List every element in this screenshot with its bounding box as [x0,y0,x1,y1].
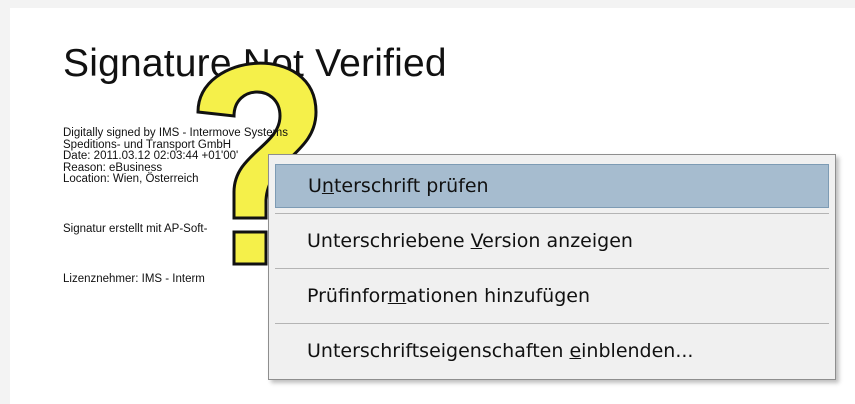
context-menu: Unterschrift prüfen Unterschriebene Vers… [268,154,836,380]
menu-item-show-signed-version[interactable]: Unterschriebene Version anzeigen [275,219,829,263]
date-line: Date: 2011.03.12 02:03:44 +01'00' [63,150,239,162]
signed-by-line: Digitally signed by IMS - Intermove Syst… [63,127,288,139]
licensee-text: Lizenznehmer: IMS - Interm [63,273,205,285]
menu-separator [275,213,829,214]
created-with-text: Signatur erstellt mit AP-Soft- [63,223,208,235]
location-line: Location: Wien, Österreich [63,173,199,185]
menu-item-add-verification-info[interactable]: Prüfinformationen hinzufügen [275,274,829,318]
signature-details: Digitally signed by IMS - Intermove Syst… [63,127,288,186]
menu-separator [275,323,829,324]
menu-item-verify-signature[interactable]: Unterschrift prüfen [275,164,829,208]
menu-separator [275,268,829,269]
menu-item-show-signature-properties[interactable]: Unterschriftseigenschaften einblenden... [275,329,829,373]
